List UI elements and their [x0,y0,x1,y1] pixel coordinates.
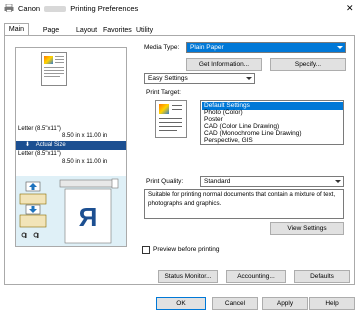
get-information-button[interactable]: Get Information... [186,58,262,71]
printer-app-icon [4,4,14,12]
preview-before-printing-label: Preview before printing [153,246,220,253]
print-target-thumbnail [155,100,187,138]
list-item[interactable]: Perspective, GIS [202,137,253,145]
media-type-value: Plain Paper [190,44,224,51]
description-box: Suitable for printing normal documents t… [144,189,344,219]
print-target-list[interactable]: Default Settings Photo (Color) Poster CA… [200,100,344,145]
chevron-down-icon [246,77,252,80]
title-suffix: Printing Preferences [70,4,139,13]
help-button[interactable]: Help [309,297,355,310]
preview-before-printing-checkbox[interactable] [142,246,150,254]
output-size-dims: 8.50 in x 11.00 in [62,159,108,165]
cancel-button[interactable]: Cancel [212,297,258,310]
output-size-label: Letter (8.5"x11") [18,151,61,157]
apply-button[interactable]: Apply [262,297,308,310]
view-settings-button[interactable]: View Settings [270,222,344,235]
arrow-down-icon: ⬇ [25,142,31,148]
settings-mode-select[interactable]: Easy Settings [144,73,255,84]
redacted-model-name [44,6,67,13]
media-type-label: Media Type: [144,44,180,51]
settings-mode-value: Easy Settings [148,75,188,82]
print-quality-select[interactable]: Standard [200,176,344,187]
chevron-down-icon [335,180,341,183]
thumbnail-image [44,56,53,64]
title-prefix: Canon [18,4,41,13]
thumbnail-image [159,104,169,114]
title-bar: Canon Printing Preferences ✕ [0,0,359,17]
status-monitor-button[interactable]: Status Monitor... [158,270,218,283]
tab-favorites[interactable]: Favorites [100,24,132,35]
print-quality-label: Print Quality: [146,178,184,185]
window-title: Canon Printing Preferences [18,4,138,13]
accounting-button[interactable]: Accounting... [226,270,286,283]
printer-illustration-graphic: R [19,178,119,244]
chevron-down-icon [337,46,343,49]
tab-layout[interactable]: Layout [73,24,98,35]
defaults-button[interactable]: Defaults [294,270,350,283]
print-quality-value: Standard [204,178,231,185]
actual-size-bar: ⬇ Actual Size [16,141,126,150]
specify-button[interactable]: Specify... [270,58,346,71]
ok-button[interactable]: OK [156,297,206,310]
tab-page-setup[interactable]: Page Setup [31,24,71,45]
svg-text:R: R [78,202,97,232]
printer-illustration: R [16,176,126,246]
page-thumbnail [41,52,67,86]
tab-utility[interactable]: Utility [133,24,156,35]
close-icon[interactable]: ✕ [346,3,354,13]
actual-size-label: Actual Size [35,142,66,148]
paper-size-dims: 8.50 in x 11.00 in [62,133,108,139]
print-target-label: Print Target: [146,89,181,96]
paper-size-label: Letter (8.5"x11") [18,126,61,132]
media-type-select[interactable]: Plain Paper [186,42,346,53]
